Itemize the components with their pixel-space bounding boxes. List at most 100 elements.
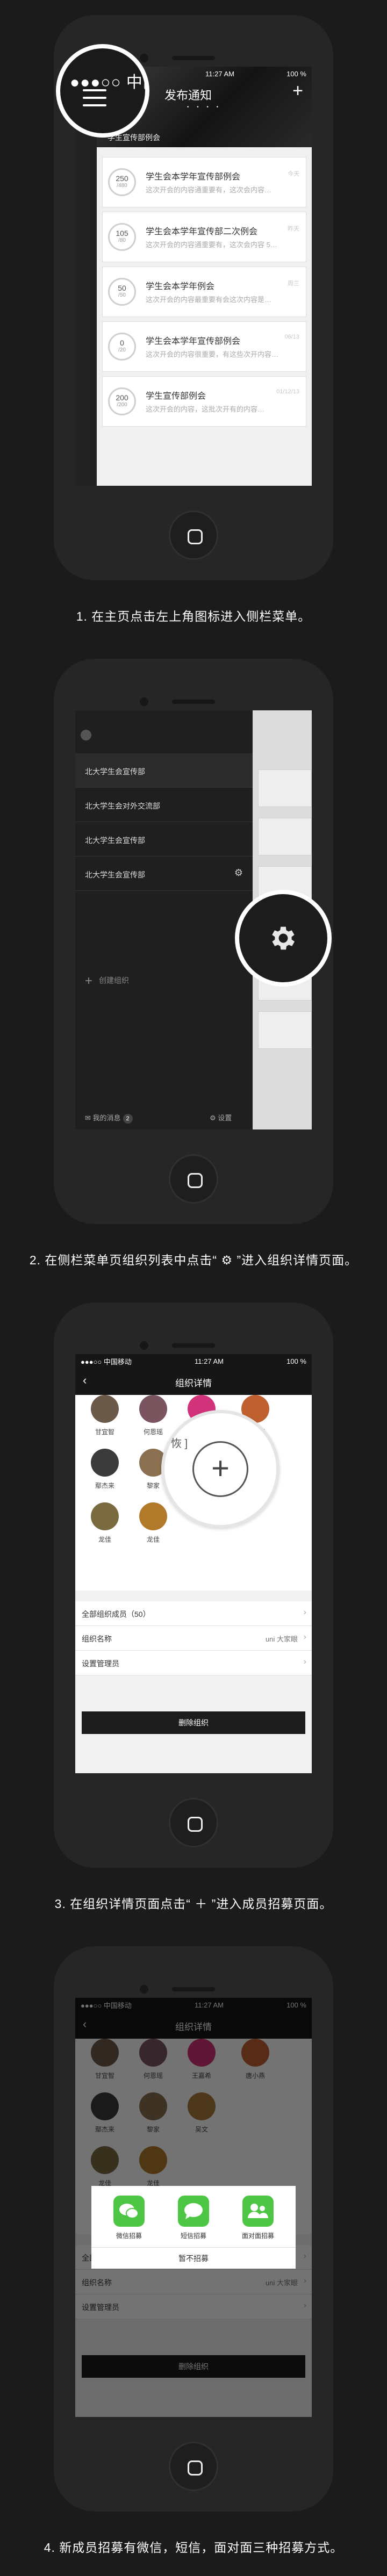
settings-link[interactable]: ⚙ 设置 [210,1112,232,1122]
messages-link[interactable]: ✉ 我的消息 2 [85,1112,133,1124]
set-admin-row[interactable]: 设置管理员› [75,1651,312,1675]
notice-time: 昨天 [288,226,299,232]
sms-icon [178,2196,209,2227]
notice-time: 06/13 [284,334,299,340]
cancel-recruit-button[interactable]: 暂不招募 [91,2247,296,2269]
camera [140,1341,148,1350]
wechat-icon [113,2196,145,2227]
sms-recruit-option[interactable]: 短信招募 [167,2196,220,2240]
all-members-row[interactable]: 全部组织成员（50）› [75,1601,312,1626]
home-button[interactable] [169,1798,218,1847]
read-count-ring: 200/200 [108,387,136,415]
step-2: 北大学生会宣传部 北大学生会对外交流部 北大学生会宣传部 北大学生会宣传部 ⚙ … [0,644,387,1287]
notice-title: 学生会本学年宣传部例会 [146,172,241,182]
notice-card[interactable]: 0/20 学生会本学年宣传部例会这次开会的内容很重要，有这些次开内容… 06/13 [102,321,306,372]
org-item[interactable]: 北大学生会宣传部 ⚙ [75,857,253,891]
home-button[interactable] [169,1154,218,1204]
notice-title: 学生宣传部例会 [146,392,206,401]
gear-zoom-callout [235,890,332,987]
notice-card[interactable]: 250/480 学生会本学年宣传部例会这次开会的内容通重要有，这次会内容… 今天 [102,157,306,207]
notice-time: 今天 [288,171,299,177]
step-1: ●●●○○ 中国移动 11:27 AM 100 % 发布通知 + • • • •… [0,0,387,644]
notice-card[interactable]: 105/80 学生会本学年宣传部二次例会 这次开会的内容通重要有，这次会内容 5… 昨… [102,212,306,262]
delete-org-button[interactable]: 删除组织 [82,1711,305,1734]
notice-desc: 这次开会的内容通重要有，这次会内容… [146,186,272,194]
clock: 11:27 AM [205,69,234,78]
gear-icon[interactable]: ⚙ [234,867,243,879]
member-name: 龙佳 [98,1536,111,1543]
avatar [91,1502,119,1530]
camera [140,54,148,62]
notice-desc: 这次开会的内容，这批次开有的内容… [146,405,265,413]
status-bar: ●●●○○ 中国移动 11:27 AM 100 % [75,1354,312,1368]
step-4: ●●●○○ 中国移动 11:27 AM 100 % ‹ 组织详情 甘宜智何恩瑶王… [0,1931,387,2575]
member-name: 龙佳 [146,1536,160,1543]
notice-desc: 这次开会的内容最重要有会这次内容是… [146,296,272,304]
wechat-recruit-option[interactable]: 微信招募 [102,2196,156,2240]
page-title: 发布通知 [164,89,212,102]
face-to-face-recruit-option[interactable]: 面对面招募 [231,2196,285,2240]
notice-card[interactable]: 200/200 学生宣传部例会这次开会的内容，这批次开有的内容… 01/12/13 [102,376,306,427]
home-button[interactable] [169,2442,218,2491]
notice-card[interactable]: 50/50 学生会本学年例会 这次开会的内容最重要有会这次内容是… 周三 [102,267,306,317]
read-count-ring: 0/20 [108,333,136,361]
org-item[interactable]: 北大学生会宣传部 [75,822,253,857]
speaker [172,1343,215,1348]
phone-frame: ●●●○○ 中国移动 11:27 AM 100 % ‹ 组织详情 甘宜智何恩瑶王… [54,1946,333,2512]
notice-title: 学生会本学年例会 [146,282,215,291]
member-name: 甘宜智 [95,1428,114,1436]
notice-desc: 这次开会的内容通重要有，这次会内容 5… [146,241,277,249]
add-member-zoom-callout: 恢 ] + [161,1410,280,1528]
org-item[interactable]: 北大学生会对外交流部 [75,788,253,822]
step-caption: 4. 新成员招募有微信，短信，面对面三种招募方式。 [44,2541,343,2555]
avatar [139,1502,167,1530]
page-title: 组织详情 [175,1378,212,1388]
member-item[interactable]: 龙佳 [134,1502,172,1544]
step-caption: 1. 在主页点击左上角图标进入侧栏菜单。 [76,609,311,623]
org-item[interactable]: 北大学生会宣传部 [75,753,253,788]
read-count-ring: 105/80 [108,223,136,251]
battery: 100 % [286,69,306,78]
phone-frame: 北大学生会宣传部 北大学生会对外交流部 北大学生会宣传部 北大学生会宣传部 ⚙ … [54,659,333,1224]
recruit-screen: ●●●○○ 中国移动 11:27 AM 100 % ‹ 组织详情 甘宜智何恩瑶王… [75,1998,312,2417]
message-badge: 2 [123,1114,133,1124]
camera [140,697,148,706]
read-count-ring: 50/50 [108,278,136,306]
home-button[interactable] [169,510,218,560]
phone-frame: ●●●○○ 中国移动 11:27 AM 100 % 发布通知 + • • • •… [54,15,333,580]
recruit-sheet: 微信招募 短信招募 面对面招募 暂不招募 [91,2186,296,2269]
member-name: 鄢杰来 [95,1482,114,1490]
step-caption: 3. 在组织详情页面点击“ ＋ ”进入成员招募页面。 [54,1897,333,1911]
top-bar: ●●●○○ 中国移动 11:27 AM 100 % ‹ 组织详情 [75,1354,312,1395]
org-name-row[interactable]: 组织名称uni 大家眼› [75,1626,312,1651]
read-count-ring: 250/480 [108,168,136,196]
menu-zoom-callout: ●●●○○ 中国 [56,44,149,138]
avatar [139,1395,167,1423]
phone-frame: ●●●○○ 中国移动 11:27 AM 100 % ‹ 组织详情 甘宜智何恩瑶王… [54,1303,333,1868]
step-caption: 2. 在侧栏菜单页组织列表中点击“ ⚙ ”进入组织详情页面。 [29,1253,358,1267]
camera [140,1985,148,1994]
menu-icon[interactable] [83,89,106,112]
speaker [172,56,215,60]
member-item[interactable]: 鄢杰来 [86,1449,124,1490]
member-item[interactable]: 甘宜智 [86,1395,124,1436]
step-3: ●●●○○ 中国移动 11:27 AM 100 % ‹ 组织详情 甘宜智何恩瑶王… [0,1287,387,1931]
avatar [91,1449,119,1477]
notice-title: 学生会本学年宣传部例会 [146,337,241,346]
notice-desc: 这次开会的内容很重要，有这些次开内容… [146,350,279,358]
member-item[interactable]: 龙佳 [86,1502,124,1544]
user-avatar[interactable] [81,730,91,740]
notice-time: 01/12/13 [276,388,299,395]
battery: 100 % [286,1357,306,1365]
gear-icon[interactable] [268,923,299,954]
add-icon[interactable]: + [292,82,303,100]
add-member-button[interactable]: + [192,1441,248,1497]
member-item[interactable]: 何恩瑶 [134,1395,172,1436]
nav-bar: ‹ 组织详情 [75,1368,312,1395]
create-org-button[interactable]: + 创建组织 [85,974,129,989]
people-icon [242,2196,274,2227]
notice-list-page: ●●●○○ 中国移动 11:27 AM 100 % 发布通知 + • • • •… [97,67,312,486]
carrier: ●●●○○ 中国移动 [81,1357,132,1366]
speaker [172,700,215,704]
avatar [91,1395,119,1423]
